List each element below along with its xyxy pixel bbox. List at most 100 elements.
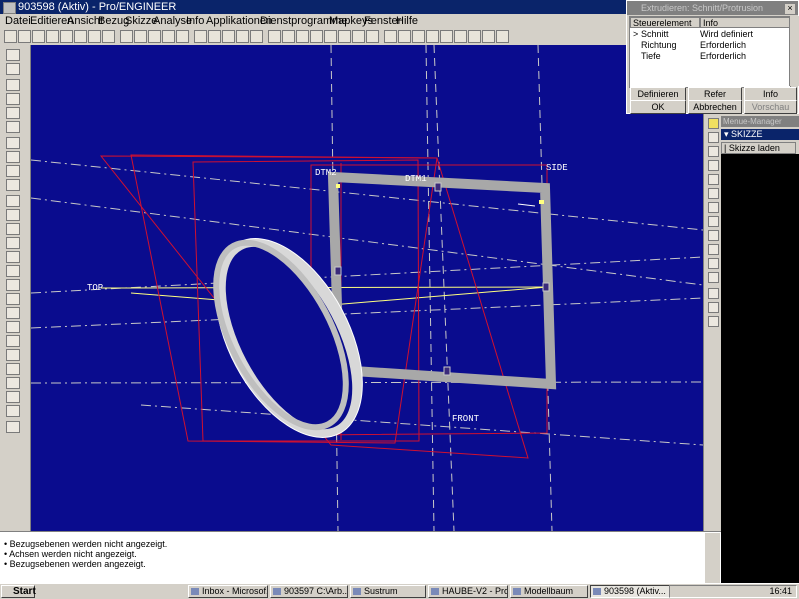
model-view[interactable]: DTM2 DTM1 SIDE TOP FRONT [31,45,703,531]
menu-hilfe[interactable]: Hilfe [396,15,418,27]
send-icon[interactable] [60,30,73,43]
datum-axis-tool-icon[interactable] [398,30,411,43]
revolve-tool-icon[interactable] [708,230,719,241]
no-hidden-icon[interactable] [222,30,235,43]
note-tool-icon[interactable] [496,30,509,43]
undo-icon[interactable] [6,49,20,61]
shell-tool-icon[interactable] [708,146,719,157]
display-constraints-icon[interactable] [6,93,20,105]
message-scrollbar[interactable] [705,533,720,583]
text-tool-icon[interactable] [6,363,20,375]
abbrechen-button[interactable]: Abbrechen [688,100,742,114]
orient-icon[interactable] [176,30,189,43]
task-button-modellbaum[interactable]: Modellbaum [510,585,588,598]
graph-tool-icon[interactable] [482,30,495,43]
table-row[interactable]: Tiefe Erforderlich [630,51,790,62]
mirror-feature-icon[interactable] [708,302,719,313]
info-button[interactable]: Info [744,87,797,101]
point-tool-icon[interactable] [6,293,20,305]
save-icon[interactable] [32,30,45,43]
datum-axes-icon[interactable] [282,30,295,43]
datum-points-icon[interactable] [296,30,309,43]
new-file-icon[interactable] [4,30,17,43]
menu-info[interactable]: Info [186,15,204,27]
close-icon[interactable]: × [784,3,796,15]
rib-tool-icon[interactable] [708,160,719,171]
display-vertices-icon[interactable] [6,121,20,133]
circle-tool-icon[interactable] [6,237,20,249]
sketch-tool-icon[interactable] [468,30,481,43]
datum-curve-tool-icon[interactable] [412,30,425,43]
table-scrollbar[interactable] [789,16,799,86]
table-row[interactable]: Richtung Erforderlich [630,40,790,51]
repaint-icon[interactable] [120,30,133,43]
task-button-sustrum[interactable]: Sustrum [350,585,426,598]
help-pointer-icon[interactable] [338,30,351,43]
use-edge-icon[interactable] [6,307,20,319]
task-button-903597[interactable]: 903597 C:\Arb... [270,585,348,598]
extrude-tool-icon[interactable] [708,216,719,227]
chamfer-tool-icon[interactable] [708,202,719,213]
coord-tool-icon[interactable] [440,30,453,43]
cut-icon[interactable] [74,30,87,43]
merge-tool-icon[interactable] [708,316,719,327]
menu-manager-selected[interactable]: ▾ SKIZZE [721,129,799,140]
definieren-button[interactable]: Definieren [630,87,686,101]
copy-icon[interactable] [88,30,101,43]
zoom-out-icon[interactable] [148,30,161,43]
rectangle-tool-icon[interactable] [6,223,20,235]
checkmark-icon[interactable] [6,421,20,433]
table-row[interactable]: > Schnitt Wird definiert [630,29,790,40]
spline-tool-icon[interactable] [6,279,20,291]
menu-manager-item[interactable]: | Skizze laden [721,142,796,154]
paste-icon[interactable] [102,30,115,43]
wireframe-icon[interactable] [194,30,207,43]
sketch-analysis-icon[interactable] [6,179,20,191]
model-tree-icon[interactable] [250,30,263,43]
copy-feature-icon[interactable] [708,272,719,283]
mirror-tool-icon[interactable] [6,391,20,403]
shading-icon[interactable] [236,30,249,43]
select-arrow-icon[interactable] [6,195,20,207]
draft-tool-icon[interactable] [708,174,719,185]
datum-planes-icon[interactable] [268,30,281,43]
task-button-inbox[interactable]: Inbox - Microsof... [188,585,268,598]
refer-button[interactable]: Refer [688,87,742,101]
pattern-tool-icon[interactable] [708,288,719,299]
line-tool-icon[interactable] [6,209,20,221]
ok-button[interactable]: OK [630,100,686,114]
refit-icon[interactable] [162,30,175,43]
intent-manager-icon[interactable] [6,137,20,149]
hidden-line-icon[interactable] [208,30,221,43]
zoom-in-icon[interactable] [134,30,147,43]
references-icon[interactable] [6,165,20,177]
trim-tool-icon[interactable] [6,377,20,389]
analysis-tool-icon[interactable] [454,30,467,43]
constraints-icon[interactable] [6,349,20,361]
menu-datei[interactable]: Datei [5,15,31,27]
sweep-tool-icon[interactable] [708,244,719,255]
graphics-window[interactable]: DTM2 DTM1 SIDE TOP FRONT [31,45,703,531]
warning-icon[interactable] [708,118,719,129]
coord-sys-icon[interactable] [310,30,323,43]
task-button-haube[interactable]: HAUBE-V2 - Pro... [428,585,508,598]
modify-icon[interactable] [6,335,20,347]
round-tool-icon[interactable] [708,188,719,199]
hole-tool-icon[interactable] [708,132,719,143]
sketch-view-icon[interactable] [6,151,20,163]
help-icon[interactable] [352,30,365,43]
display-grid-icon[interactable] [6,107,20,119]
blend-tool-icon[interactable] [708,258,719,269]
display-dims-icon[interactable] [6,79,20,91]
palette-icon[interactable] [6,405,20,417]
print-icon[interactable] [46,30,59,43]
start-button[interactable]: Start [1,585,36,598]
datum-plane-tool-icon[interactable] [384,30,397,43]
datum-point-tool-icon[interactable] [426,30,439,43]
spin-center-icon[interactable] [324,30,337,43]
toggle-icon[interactable] [366,30,379,43]
task-button-903598[interactable]: 903598 (Aktiv... [590,585,670,598]
open-file-icon[interactable] [18,30,31,43]
redo-icon[interactable] [6,63,20,75]
arc-tool-icon[interactable] [6,251,20,263]
